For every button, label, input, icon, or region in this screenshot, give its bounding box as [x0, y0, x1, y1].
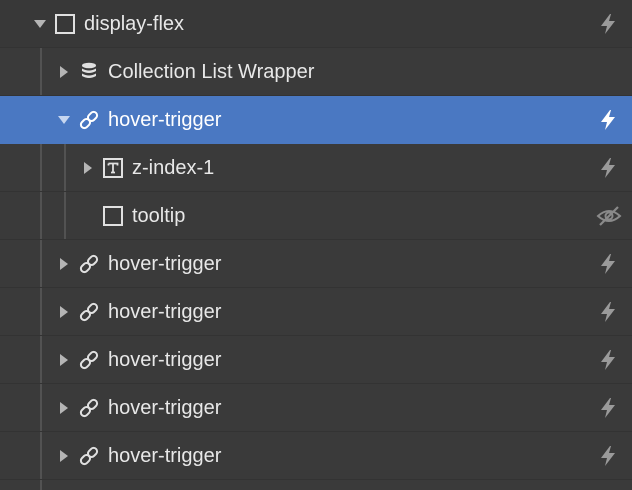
link-icon: [79, 350, 99, 370]
tree-row-label: tooltip: [132, 205, 186, 227]
tree-row-hover-trigger[interactable]: hover-trigger: [0, 432, 632, 480]
link-icon: [79, 446, 99, 466]
caret-down-icon[interactable]: [57, 113, 71, 127]
interaction-bolt-icon[interactable]: [596, 348, 620, 372]
caret-right-icon[interactable]: [57, 257, 71, 271]
interaction-bolt-icon[interactable]: [596, 156, 620, 180]
caret-right-icon[interactable]: [57, 305, 71, 319]
interaction-bolt-icon[interactable]: [596, 252, 620, 276]
tree-row-label: hover-trigger: [108, 397, 222, 419]
caret-right-icon[interactable]: [57, 449, 71, 463]
tree-row-hover-trigger[interactable]: hover-trigger: [0, 336, 632, 384]
link-icon: [79, 254, 99, 274]
text-block-icon: [103, 158, 123, 178]
link-icon: [79, 398, 99, 418]
caret-right-icon[interactable]: [57, 353, 71, 367]
box-icon: [55, 14, 75, 34]
database-icon: [82, 62, 96, 78]
caret-right-icon[interactable]: [57, 65, 71, 79]
caret-down-icon[interactable]: [33, 17, 47, 31]
tree-row-hover-trigger-selected[interactable]: hover-trigger: [0, 96, 632, 144]
tree-row-hover-trigger[interactable]: hover-trigger: [0, 288, 632, 336]
tree-row-label: hover-trigger: [108, 253, 222, 275]
navigator-panel: display-flex Collection List Wrapper hov…: [0, 0, 632, 490]
interaction-bolt-icon[interactable]: [596, 300, 620, 324]
tree-row-tooltip[interactable]: tooltip: [0, 192, 632, 240]
tree-row-display-flex[interactable]: display-flex: [0, 0, 632, 48]
eye-hidden-icon[interactable]: [596, 204, 622, 228]
tree-row-hover-trigger[interactable]: hover-trigger: [0, 240, 632, 288]
interaction-bolt-icon[interactable]: [596, 12, 620, 36]
tree-row-hover-trigger[interactable]: hover-trigger: [0, 384, 632, 432]
link-icon: [79, 302, 99, 322]
interaction-bolt-icon[interactable]: [596, 396, 620, 420]
tree-row-label: z-index-1: [132, 157, 215, 179]
tree-row-label: hover-trigger: [108, 109, 222, 131]
tree-row-label: hover-trigger: [108, 349, 222, 371]
caret-right-icon[interactable]: [81, 161, 95, 175]
tree-row-collection-list-wrapper[interactable]: Collection List Wrapper: [0, 48, 632, 96]
tree-row-label: display-flex: [84, 13, 185, 35]
tree-row-label: Collection List Wrapper: [108, 61, 315, 83]
interaction-bolt-icon[interactable]: [596, 108, 620, 132]
tree-row-z-index-1[interactable]: z-index-1: [0, 144, 632, 192]
tree-row-label: hover-trigger: [108, 301, 222, 323]
tree-row-label: hover-trigger: [108, 445, 222, 467]
interaction-bolt-icon[interactable]: [596, 444, 620, 468]
link-icon: [79, 110, 99, 130]
box-icon: [103, 206, 123, 226]
caret-right-icon[interactable]: [57, 401, 71, 415]
